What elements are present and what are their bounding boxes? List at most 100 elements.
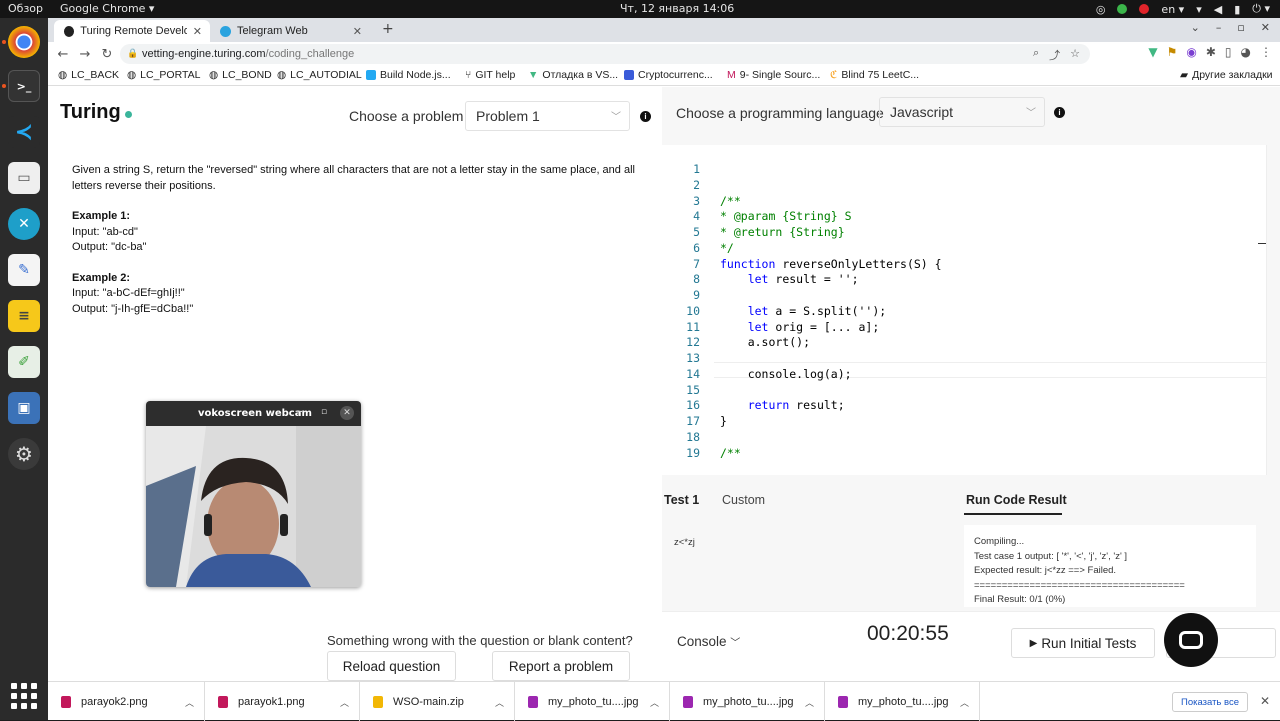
volume-icon[interactable]: ◀	[1214, 3, 1222, 16]
chevron-up-icon[interactable]: ︿	[960, 696, 969, 709]
bookmark-item[interactable]: ◍ LC_AUTODIAL	[277, 69, 362, 81]
notes-icon[interactable]: ≡	[8, 300, 40, 332]
download-item[interactable]: my_photo_tu....jpg ︿	[825, 682, 980, 721]
chevron-up-icon[interactable]: ︿	[650, 696, 659, 709]
line-number: 8	[693, 272, 700, 287]
clock[interactable]: Чт, 12 января 14:06	[620, 2, 734, 15]
editor-scrollbar[interactable]	[1266, 145, 1280, 475]
line-number: 7	[693, 256, 700, 271]
close-tab-icon[interactable]: ✕	[193, 25, 202, 38]
info-icon[interactable]: i	[1054, 107, 1065, 118]
terminal-icon[interactable]: >_	[8, 70, 40, 102]
extensions-puzzle-icon[interactable]: ✱	[1206, 45, 1216, 59]
text-editor-icon[interactable]: ✎	[8, 254, 40, 286]
bookmark-item[interactable]: Cryptocurrenc...	[624, 69, 713, 81]
download-item[interactable]: my_photo_tu....jpg ︿	[515, 682, 670, 721]
power-icon[interactable]: ⏻ ▾	[1252, 2, 1270, 16]
extension-circle-icon[interactable]: ◉	[1186, 45, 1196, 59]
test-input-value[interactable]: z<*zj	[674, 537, 695, 548]
app-menu[interactable]: Google Chrome ▾	[60, 2, 154, 15]
bookmark-item[interactable]: ⑂ GIT help	[465, 69, 515, 81]
close-icon[interactable]: ✕	[340, 406, 354, 420]
result-line: Test case 1 output: [ '*', '<', 'j', 'z'…	[974, 550, 1128, 562]
bookmark-item[interactable]: Build Node.js...	[366, 69, 451, 81]
files-icon[interactable]: ▭	[8, 162, 40, 194]
screenshot-icon[interactable]: ▣	[8, 392, 40, 424]
tab-telegram[interactable]: Telegram Web ✕	[210, 20, 370, 42]
download-item[interactable]: WSO-main.zip ︿	[360, 682, 515, 721]
language-indicator[interactable]: en ▾	[1161, 3, 1184, 16]
close-downloads-icon[interactable]: ✕	[1260, 694, 1270, 708]
new-tab-icon[interactable]: +	[382, 21, 394, 37]
info-icon[interactable]: i	[640, 111, 651, 122]
result-line: Final Result: 0/1 (0%)	[974, 594, 1066, 605]
chevron-up-icon[interactable]: ︿	[495, 696, 504, 709]
chat-support-button[interactable]	[1164, 613, 1218, 667]
bookmark-item[interactable]: ◍ LC_BACK	[58, 69, 119, 81]
bookmark-label: Blind 75 LeetC...	[841, 69, 920, 81]
maximize-icon[interactable]: ▫	[321, 407, 327, 417]
share-icon[interactable]: ⤴	[1049, 47, 1060, 63]
vpn-icon[interactable]: ◎	[1096, 3, 1106, 16]
bookmark-item[interactable]: ℭ Blind 75 LeetC...	[830, 69, 919, 81]
chevron-up-icon[interactable]: ︿	[340, 696, 349, 709]
webcam-titlebar[interactable]: vokoscreen webcam – ▫ ✕	[146, 401, 361, 426]
chrome-menu-icon[interactable]: ⋮	[1260, 45, 1272, 59]
bookmark-item[interactable]: ◍ LC_PORTAL	[127, 69, 200, 81]
address-bar[interactable]: 🔒 vetting-engine.turing.com/coding_chall…	[120, 44, 1090, 64]
tab-custom[interactable]: Custom	[722, 493, 765, 507]
maximize-icon[interactable]: ▫	[1237, 21, 1244, 34]
tab-test-1[interactable]: Test 1	[664, 493, 699, 507]
tab-run-code-result[interactable]: Run Code Result	[966, 493, 1067, 507]
close-tab-icon[interactable]: ✕	[353, 25, 362, 38]
extension-vue-icon[interactable]: ▼	[1148, 45, 1157, 59]
chevron-up-icon[interactable]: ︿	[805, 696, 814, 709]
download-item[interactable]: my_photo_tu....jpg ︿	[670, 682, 825, 721]
back-icon[interactable]: ←	[52, 47, 74, 62]
bookmark-item[interactable]: ◍ LC_BOND	[209, 69, 272, 81]
settings-icon[interactable]: ⚙	[8, 438, 40, 470]
download-item[interactable]: parayok1.png ︿	[205, 682, 360, 721]
minimize-icon[interactable]: –	[1216, 21, 1222, 34]
record-icon[interactable]	[1139, 4, 1150, 14]
profile-avatar[interactable]: ◕	[1241, 45, 1251, 59]
reload-question-button[interactable]: Reload question	[327, 651, 456, 681]
reload-icon[interactable]: ↻	[96, 47, 118, 62]
bookmark-label: LC_AUTODIAL	[290, 69, 362, 81]
wifi-icon[interactable]: ▾	[1196, 3, 1202, 16]
battery-icon[interactable]: ▮	[1234, 3, 1240, 16]
language-select[interactable]: Javascript ﹀	[879, 97, 1045, 127]
tab-search-icon[interactable]: ⌄	[1191, 21, 1200, 34]
vscode-icon[interactable]: ≺	[8, 116, 40, 148]
side-panel-icon[interactable]: ▯	[1225, 45, 1232, 59]
download-item[interactable]: parayok2.png ︿	[48, 682, 205, 721]
minimize-icon[interactable]: –	[298, 407, 303, 417]
close-window-icon[interactable]: ✕	[1261, 21, 1270, 34]
tab-turing[interactable]: Turing Remote Developer ✕	[54, 20, 210, 42]
draw-icon[interactable]: ✐	[8, 346, 40, 378]
chrome-icon[interactable]	[8, 26, 40, 58]
other-bookmarks[interactable]: ▰ Другие закладки	[1180, 69, 1273, 81]
turing-page: Turing Choose a problem Problem 1 ﹀ i Gi…	[48, 87, 1280, 681]
activities-button[interactable]: Обзор	[8, 2, 43, 15]
bookmark-star-icon[interactable]: ☆	[1070, 47, 1080, 63]
problem-select[interactable]: Problem 1 ﹀	[465, 101, 630, 131]
chevron-up-icon[interactable]: ︿	[185, 696, 194, 709]
run-initial-tests-button[interactable]: ▶ Run Initial Tests	[1011, 628, 1155, 658]
line-number: 15	[686, 382, 700, 397]
console-toggle[interactable]: Console ﹀	[677, 634, 740, 649]
remote-desktop-icon[interactable]: ✕	[8, 208, 40, 240]
bookmark-item[interactable]: ▼ Отладка в VS...	[528, 69, 618, 81]
webcam-window[interactable]: vokoscreen webcam – ▫ ✕	[146, 401, 361, 587]
zoom-icon[interactable]: ⌕	[1033, 47, 1039, 63]
leetcode-icon: ℭ	[830, 69, 838, 81]
code-editor[interactable]: 1 2 3 4 5 6 7 8 9 10 11 12 13 14 15 16 17 18 19 /** * @para…	[662, 145, 1268, 475]
show-apps-icon[interactable]	[10, 682, 38, 710]
forward-icon[interactable]: →	[74, 47, 96, 62]
show-all-downloads-button[interactable]: Показать все	[1172, 692, 1248, 712]
shield-icon[interactable]	[1117, 4, 1128, 14]
report-problem-button[interactable]: Report a problem	[492, 651, 630, 681]
extension-flag-icon[interactable]: ⚑	[1167, 45, 1178, 59]
bookmark-item[interactable]: M 9- Single Sourc...	[727, 69, 820, 81]
turing-logo[interactable]: Turing	[60, 101, 132, 124]
